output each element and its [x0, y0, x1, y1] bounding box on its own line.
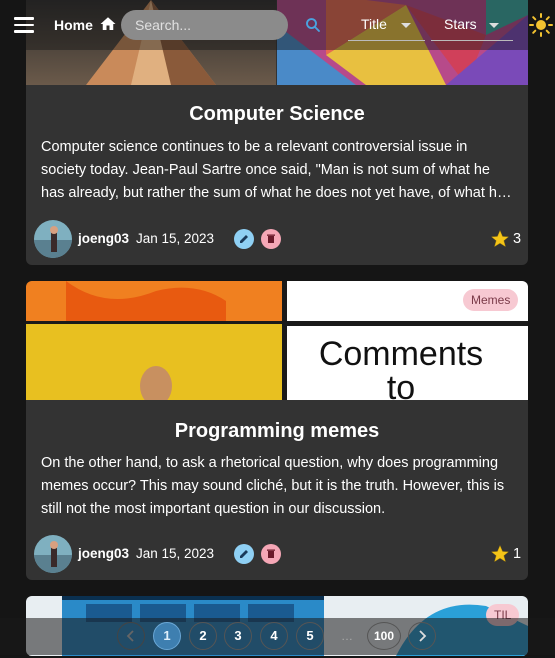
prev-page-button[interactable] [117, 622, 145, 650]
author-name[interactable]: joeng03 [78, 231, 129, 246]
page-button-3[interactable]: 3 [224, 622, 252, 650]
star-icon [491, 230, 509, 248]
chevron-right-icon [419, 630, 427, 642]
home-icon[interactable] [99, 15, 117, 33]
filter-select-value: Stars [444, 16, 477, 32]
post-excerpt: On the other hand, to ask a rhetorical q… [41, 455, 505, 517]
pagination-ellipsis: … [341, 629, 353, 643]
search-input[interactable] [121, 10, 288, 40]
search-icon[interactable] [304, 16, 322, 34]
menu-icon-bar [14, 23, 34, 26]
trash-icon [267, 549, 275, 558]
tag-badge[interactable]: Memes [463, 289, 519, 311]
author-name[interactable]: joeng03 [78, 546, 129, 561]
post-image: Comments to [26, 281, 528, 400]
pencil-icon [240, 235, 248, 243]
avatar[interactable] [34, 220, 72, 258]
delete-button[interactable] [261, 544, 281, 564]
post-title[interactable]: Computer Science [26, 103, 528, 126]
trash-icon [267, 234, 275, 243]
avatar-image [34, 220, 72, 258]
star-count: 3 [513, 231, 522, 247]
chevron-left-icon [126, 630, 134, 642]
page-button-1[interactable]: 1 [153, 622, 181, 650]
page-button-2[interactable]: 2 [189, 622, 217, 650]
sun-icon[interactable] [529, 13, 553, 37]
star-count: 1 [513, 546, 522, 562]
post-date: Jan 15, 2023 [136, 231, 215, 246]
post-excerpt: Computer science continues to be a relev… [41, 139, 506, 201]
chevron-down-icon [401, 23, 411, 28]
home-link[interactable]: Home [54, 17, 93, 33]
menu-button[interactable] [14, 17, 34, 33]
pencil-icon [240, 550, 248, 558]
image-caption: Comments [319, 335, 483, 373]
top-app-bar: Home Title Stars [0, 0, 555, 50]
page-button-last[interactable]: 100 [367, 622, 401, 650]
sort-select[interactable]: Title [348, 10, 425, 41]
post-card[interactable]: Comments to Memes Programming memes On t… [26, 281, 528, 580]
page-button-4[interactable]: 4 [260, 622, 288, 650]
avatar[interactable] [34, 535, 72, 573]
edit-button[interactable] [234, 229, 254, 249]
avatar-image [34, 535, 72, 573]
edit-button[interactable] [234, 544, 254, 564]
chevron-down-icon [489, 23, 499, 28]
sort-select-value: Title [361, 16, 387, 32]
next-page-button[interactable] [408, 622, 436, 650]
page-button-5[interactable]: 5 [296, 622, 324, 650]
delete-button[interactable] [261, 229, 281, 249]
pagination: 1 2 3 4 5 … 100 [0, 618, 555, 655]
post-date: Jan 15, 2023 [136, 546, 215, 561]
post-title[interactable]: Programming memes [26, 420, 528, 443]
post-image-art: Comments to [26, 281, 528, 400]
image-caption: to [387, 369, 415, 400]
menu-icon-bar [14, 30, 34, 33]
filter-select[interactable]: Stars [431, 10, 513, 41]
star-icon [491, 545, 509, 563]
menu-icon [14, 17, 34, 20]
